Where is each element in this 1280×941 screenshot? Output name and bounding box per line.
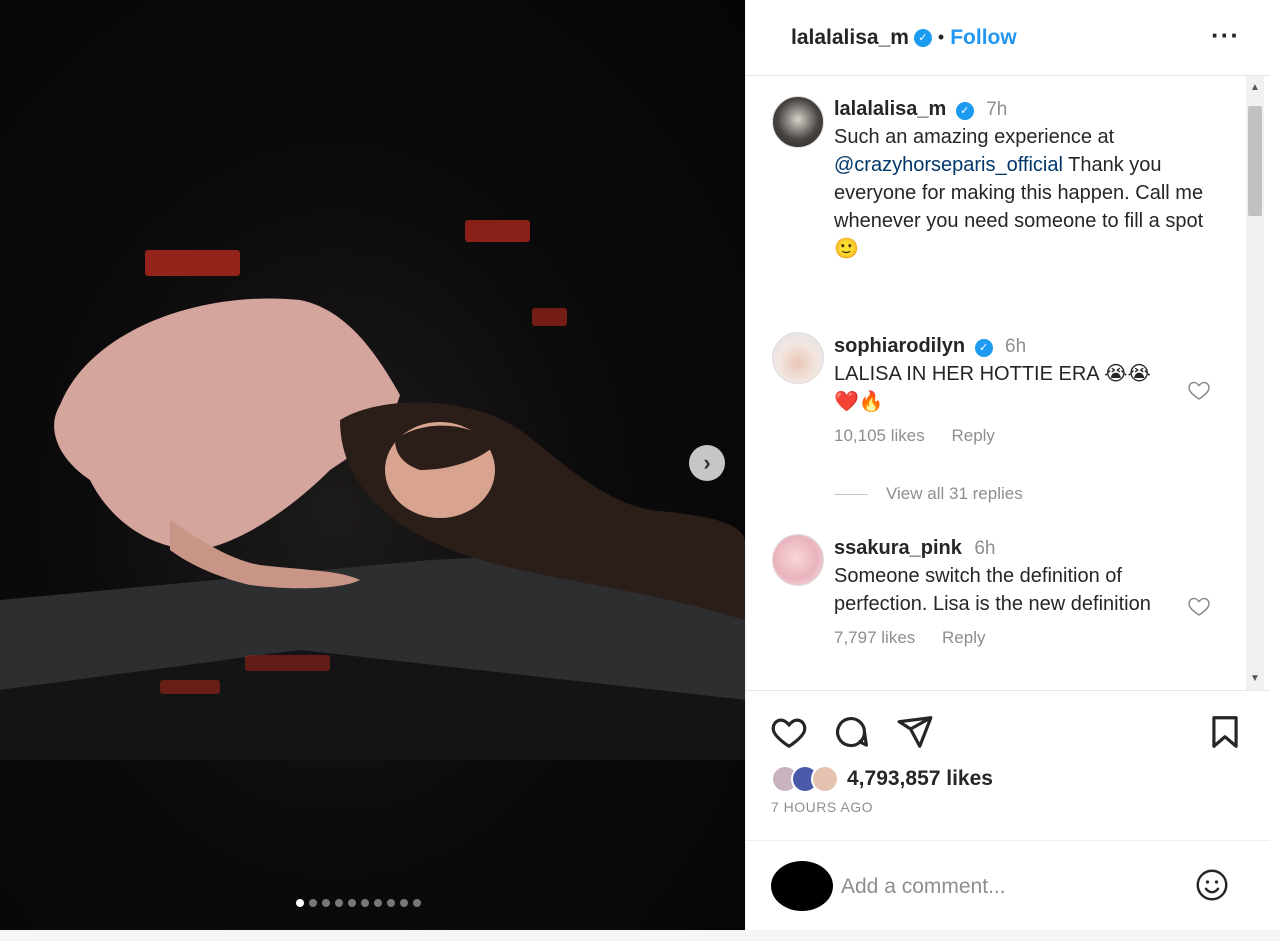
post-media: › [0, 0, 745, 930]
comment-input[interactable] [841, 871, 1171, 903]
likes-count[interactable]: 4,793,857 likes [847, 767, 993, 791]
comment-time: 6h [974, 538, 996, 559]
scroll-down-arrow-icon[interactable]: ▼ [1250, 673, 1260, 684]
comment-composer [746, 840, 1270, 930]
carousel-dot [322, 899, 330, 907]
post-photo [0, 220, 745, 760]
follow-button[interactable]: Follow [950, 26, 1017, 50]
comments-scrollbar[interactable]: ▲ ▼ [1246, 76, 1264, 690]
comment-time: 6h [1005, 336, 1027, 357]
carousel-next-button[interactable]: › [689, 445, 725, 481]
mention-link[interactable]: @crazyhorseparis_official [834, 154, 1063, 176]
carousel-dot [348, 899, 356, 907]
comment-like-heart-icon[interactable] [1186, 378, 1212, 402]
post-panel: lalalalisa_m ✓ • Follow ··· lalalalisa_m… [745, 0, 1270, 930]
bookmark-icon[interactable] [1206, 713, 1244, 751]
header-username[interactable]: lalalalisa_m [791, 26, 909, 50]
avatar[interactable] [772, 332, 824, 384]
carousel-dot [361, 899, 369, 907]
comments-list: lalalalisa_m ✓ 7h Such an amazing experi… [746, 76, 1246, 690]
chevron-right-icon: › [703, 450, 711, 475]
likes-summary[interactable]: 4,793,857 likes [771, 765, 993, 793]
more-options-icon[interactable]: ··· [1211, 20, 1240, 51]
post-time: 7 HOURS AGO [771, 799, 873, 815]
comment-bubble-icon[interactable] [832, 713, 870, 751]
avatar[interactable] [772, 96, 824, 148]
carousel-indicator [296, 899, 421, 907]
post-header: lalalalisa_m ✓ • Follow ··· [746, 0, 1270, 76]
post-actions: 4,793,857 likes 7 HOURS AGO [746, 690, 1270, 840]
current-user-avatar [771, 861, 833, 911]
comment-like-heart-icon[interactable] [1186, 594, 1212, 618]
separator: • [937, 27, 945, 47]
comment: ssakura_pink 6h Someone switch the defin… [834, 537, 1174, 648]
comment-likes[interactable]: 10,105 likes [834, 426, 925, 445]
comment-text: Someone switch the definition of perfect… [834, 565, 1151, 615]
replies-divider [834, 493, 868, 495]
carousel-dot [413, 899, 421, 907]
verified-badge-icon: ✓ [974, 338, 993, 357]
scroll-up-arrow-icon[interactable]: ▲ [1250, 82, 1260, 93]
view-replies-button[interactable]: View all 31 replies [834, 484, 1023, 504]
reply-button[interactable]: Reply [951, 426, 994, 445]
comment-text: LALISA IN HER HOTTIE ERA 😭😭 ❤️🔥 [834, 363, 1151, 413]
view-replies-label: View all 31 replies [886, 484, 1023, 503]
carousel-dot [387, 899, 395, 907]
verified-badge-icon: ✓ [913, 28, 932, 47]
carousel-dot [296, 899, 304, 907]
avatar[interactable] [772, 534, 824, 586]
smiley-icon[interactable] [1194, 867, 1230, 903]
comment-username[interactable]: sophiarodilyn [834, 335, 965, 357]
verified-badge-icon: ✓ [955, 101, 974, 120]
comment-likes[interactable]: 7,797 likes [834, 628, 915, 647]
carousel-dot [400, 899, 408, 907]
paper-plane-icon[interactable] [896, 713, 934, 751]
carousel-dot [309, 899, 317, 907]
carousel-dot [335, 899, 343, 907]
caption-time: 7h [986, 99, 1008, 120]
comment: sophiarodilyn ✓ 6h LALISA IN HER HOTTIE … [834, 335, 1174, 446]
comment-username[interactable]: ssakura_pink [834, 537, 962, 559]
caption-username[interactable]: lalalalisa_m [834, 98, 946, 120]
scrollbar-thumb[interactable] [1248, 106, 1262, 216]
liker-avatar [811, 765, 839, 793]
carousel-dot [374, 899, 382, 907]
caption-text: Such an amazing experience at @crazyhors… [834, 123, 1219, 263]
heart-icon[interactable] [770, 713, 808, 751]
caption-text-part: Such an amazing experience at [834, 126, 1115, 148]
caption: lalalalisa_m ✓ 7h Such an amazing experi… [834, 98, 1219, 263]
reply-button[interactable]: Reply [942, 628, 985, 647]
page-bottom-strip [0, 930, 1280, 941]
